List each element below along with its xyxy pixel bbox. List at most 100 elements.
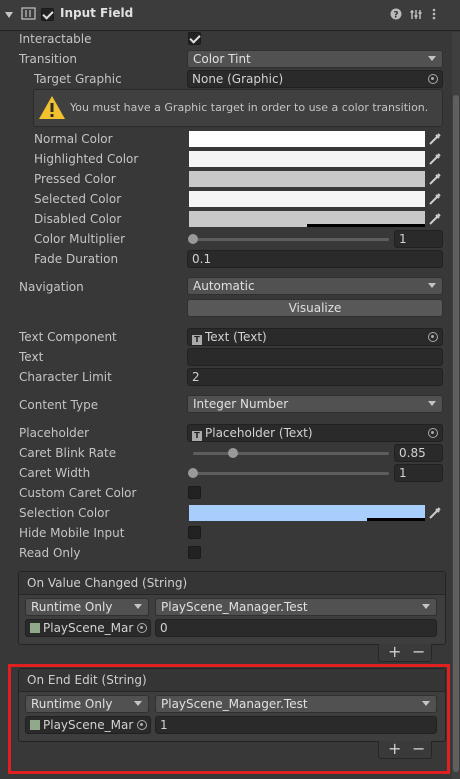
target-graphic-field[interactable]: None (Graphic)	[187, 70, 443, 88]
disabled-color-label: Disabled Color	[34, 212, 122, 226]
navigation-label: Navigation	[19, 280, 84, 294]
svg-text:?: ?	[393, 11, 398, 21]
hide-mobile-input-label: Hide Mobile Input	[19, 526, 125, 540]
add-event-button[interactable]: +	[388, 644, 401, 660]
visualize-button[interactable]: Visualize	[187, 299, 443, 317]
alpha-bar	[367, 518, 425, 521]
object-picker-icon[interactable]	[428, 74, 438, 84]
selected-color-label: Selected Color	[34, 192, 122, 206]
caret-blink-rate-label: Caret Blink Rate	[19, 446, 117, 460]
text-component-value: Text (Text)	[205, 330, 267, 344]
component-icon	[21, 7, 36, 20]
hide-mobile-input-checkbox[interactable]	[188, 526, 201, 539]
eyedropper-icon[interactable]	[427, 131, 443, 147]
transition-label: Transition	[19, 52, 78, 66]
character-limit-label: Character Limit	[19, 370, 112, 384]
argument-field[interactable]: 0	[155, 619, 437, 637]
fade-duration-field[interactable]: 0.1	[187, 250, 443, 268]
event-title: On Value Changed (String)	[19, 572, 445, 595]
foldout-arrow-icon[interactable]	[4, 10, 14, 20]
text-component-field[interactable]: T Text (Text)	[187, 328, 443, 346]
warning-box: You must have a Graphic target in order …	[33, 89, 443, 127]
eyedropper-icon[interactable]	[427, 505, 443, 521]
selected-color-swatch[interactable]	[189, 191, 425, 207]
function-dropdown[interactable]: PlayScene_Manager.Test	[155, 598, 437, 616]
preset-icon[interactable]	[410, 8, 422, 20]
object-picker-icon[interactable]	[428, 428, 438, 438]
text-label: Text	[19, 350, 44, 364]
pressed-color-label: Pressed Color	[34, 172, 116, 186]
on-value-changed-event: On Value Changed (String) Runtime Only P…	[18, 571, 446, 645]
target-object-field[interactable]: PlayScene_Mar	[25, 619, 151, 637]
caret-width-field[interactable]: 1	[394, 464, 443, 482]
object-picker-icon[interactable]	[137, 623, 147, 633]
component-title: Input Field	[60, 6, 134, 20]
normal-color-swatch[interactable]	[189, 131, 425, 147]
slider-knob[interactable]	[188, 468, 198, 478]
disabled-color-swatch[interactable]	[189, 211, 425, 227]
chevron-down-icon	[134, 604, 142, 609]
text-component-label: Text Component	[19, 330, 117, 344]
highlight-frame	[8, 664, 450, 774]
runtime-mode-dropdown[interactable]: Runtime Only	[25, 598, 149, 616]
text-type-icon: T	[192, 431, 202, 441]
target-object-value: PlayScene_Mar	[43, 621, 134, 635]
eyedropper-icon[interactable]	[427, 191, 443, 207]
alpha-bar	[307, 224, 425, 227]
object-picker-icon[interactable]	[428, 332, 438, 342]
character-limit-field[interactable]: 2	[187, 368, 443, 386]
fade-duration-label: Fade Duration	[34, 252, 119, 266]
event-plus-minus: + −	[378, 644, 432, 662]
navigation-dropdown[interactable]: Automatic	[187, 277, 443, 295]
function-value: PlayScene_Manager.Test	[161, 600, 308, 614]
more-icon[interactable]	[430, 8, 438, 20]
chevron-down-icon	[428, 56, 436, 61]
selection-color-swatch[interactable]	[189, 505, 425, 521]
caret-width-label: Caret Width	[19, 466, 91, 480]
placeholder-label: Placeholder	[19, 426, 90, 440]
placeholder-field[interactable]: T Placeholder (Text)	[187, 424, 443, 442]
transition-dropdown[interactable]: Color Tint	[187, 50, 443, 68]
highlighted-color-swatch[interactable]	[189, 151, 425, 167]
navigation-value: Automatic	[193, 279, 255, 293]
color-multiplier-label: Color Multiplier	[34, 232, 126, 246]
interactable-checkbox[interactable]	[188, 32, 201, 45]
eyedropper-icon[interactable]	[427, 171, 443, 187]
remove-event-button[interactable]: −	[412, 644, 425, 660]
color-multiplier-field[interactable]: 1	[394, 230, 443, 248]
chevron-down-icon	[428, 401, 436, 406]
content-type-dropdown[interactable]: Integer Number	[187, 395, 443, 413]
warning-text: You must have a Graphic target in order …	[70, 101, 429, 114]
slider-knob[interactable]	[188, 234, 198, 244]
highlighted-color-label: Highlighted Color	[34, 152, 139, 166]
target-graphic-label: Target Graphic	[34, 72, 122, 86]
interactable-label: Interactable	[19, 32, 92, 46]
chevron-down-icon	[422, 604, 430, 609]
color-multiplier-slider[interactable]	[193, 238, 389, 241]
caret-width-slider[interactable]	[193, 472, 389, 475]
help-icon[interactable]: ?	[390, 8, 402, 20]
scrollbar-thumb[interactable]	[453, 95, 459, 772]
eyedropper-icon[interactable]	[427, 211, 443, 227]
transition-value: Color Tint	[193, 52, 251, 66]
text-field[interactable]	[187, 348, 443, 366]
component-enabled-checkbox[interactable]	[41, 8, 54, 21]
placeholder-value: Placeholder (Text)	[205, 426, 313, 440]
selection-color-label: Selection Color	[19, 506, 110, 520]
eyedropper-icon[interactable]	[427, 151, 443, 167]
script-icon	[30, 623, 40, 633]
pressed-color-swatch[interactable]	[189, 171, 425, 187]
runtime-mode-value: Runtime Only	[31, 600, 113, 614]
normal-color-label: Normal Color	[34, 132, 113, 146]
text-type-icon: T	[192, 335, 202, 345]
slider-knob[interactable]	[228, 448, 238, 458]
target-graphic-value: None (Graphic)	[192, 72, 284, 86]
read-only-checkbox[interactable]	[188, 546, 201, 559]
component-header[interactable]: Input Field ?	[0, 0, 460, 31]
chevron-down-icon	[428, 283, 436, 288]
warning-icon	[39, 96, 65, 119]
caret-blink-rate-field[interactable]: 0.85	[394, 444, 443, 462]
content-type-value: Integer Number	[193, 397, 289, 411]
caret-blink-rate-slider[interactable]	[193, 452, 389, 455]
custom-caret-color-checkbox[interactable]	[188, 486, 201, 499]
